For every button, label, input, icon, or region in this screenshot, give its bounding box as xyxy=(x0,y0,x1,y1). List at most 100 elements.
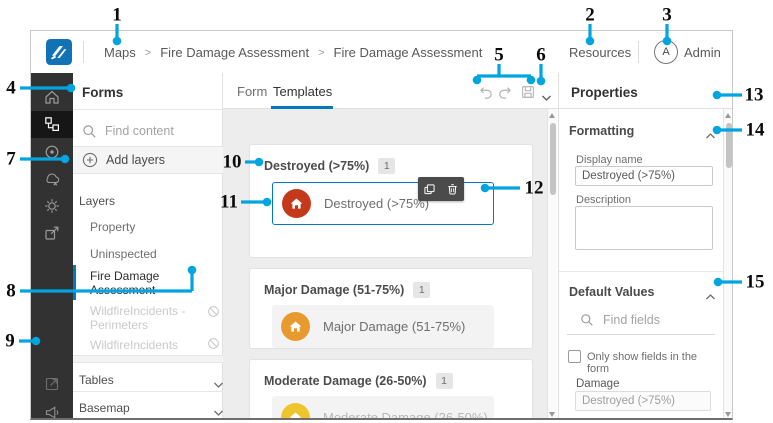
formatting-section-title: Formatting xyxy=(569,124,635,138)
chevron-up-icon[interactable] xyxy=(705,127,716,145)
app-header: Maps > Fire Damage Assessment > Fire Dam… xyxy=(31,31,732,74)
feedback-megaphone-icon[interactable] xyxy=(31,399,73,418)
annotated-screenshot: Maps > Fire Damage Assessment > Fire Dam… xyxy=(0,0,773,423)
scroll-down-icon[interactable] xyxy=(549,412,555,417)
template-label: Major Damage (51-75%) xyxy=(323,319,466,334)
redo-icon[interactable] xyxy=(499,86,514,105)
form-editor-panel: Form Templates Destroyed (>75%) 1 Destro… xyxy=(223,73,559,420)
tab-templates[interactable]: Templates xyxy=(273,84,332,99)
divider xyxy=(559,271,723,272)
breadcrumb-form-name: Fire Damage Assessment xyxy=(333,45,483,60)
basemap-section[interactable]: Basemap xyxy=(79,401,130,415)
callout-number-9: 9 xyxy=(5,330,15,352)
find-content-input[interactable] xyxy=(103,123,207,139)
add-layers-button[interactable]: Add layers xyxy=(73,147,223,173)
resources-link[interactable]: Resources xyxy=(569,45,631,60)
template-group-destroyed: Destroyed (>75%) 1 Destroyed (>75%) xyxy=(249,144,533,258)
properties-scrollbar[interactable] xyxy=(723,109,732,418)
layer-item-wildfireincidents[interactable]: WildfireIncidents xyxy=(90,338,178,352)
group-count-badge: 1 xyxy=(435,373,453,389)
description-textarea[interactable] xyxy=(575,206,713,250)
callout-number-1: 1 xyxy=(112,4,122,26)
callout-number-13: 13 xyxy=(744,84,764,106)
search-icon xyxy=(580,313,594,332)
divider xyxy=(73,109,223,110)
header-divider xyxy=(638,41,639,63)
scroll-up-icon[interactable] xyxy=(549,113,555,118)
damage-field-value[interactable] xyxy=(575,391,711,411)
user-menu[interactable]: Admin xyxy=(684,45,721,60)
scrollbar-thumb[interactable] xyxy=(550,123,556,195)
only-show-fields-label: Only show fields in the form xyxy=(587,351,698,375)
launch-icon[interactable] xyxy=(31,371,73,397)
scroll-down-icon[interactable] xyxy=(725,412,731,417)
callout-number-4: 4 xyxy=(6,77,16,99)
display-name-label: Display name xyxy=(576,154,643,166)
forms-icon[interactable] xyxy=(31,111,73,137)
divider xyxy=(73,419,223,420)
layer-disabled-icon xyxy=(207,305,220,323)
save-icon[interactable] xyxy=(520,84,536,105)
settings-gear-icon[interactable] xyxy=(31,193,73,219)
layer-item-fire-damage-assessment[interactable]: Fire Damage Assessment xyxy=(90,269,195,297)
template-label: Moderate Damage (26-50%) xyxy=(323,410,488,420)
app-sidebar: » xyxy=(31,73,73,418)
group-title: Destroyed (>75%) xyxy=(264,159,370,173)
tables-section[interactable]: Tables xyxy=(79,373,114,387)
delete-trash-icon[interactable] xyxy=(445,182,460,197)
callout-number-5: 5 xyxy=(494,44,504,66)
editor-header: Form Templates xyxy=(223,73,558,109)
share-icon[interactable] xyxy=(31,220,73,246)
properties-panel: Properties Formatting Display name Descr… xyxy=(559,73,732,418)
description-label: Description xyxy=(576,194,632,206)
template-card-major[interactable]: Major Damage (51-75%) xyxy=(272,305,494,348)
templates-scrollbar[interactable] xyxy=(547,109,557,418)
tab-form[interactable]: Form xyxy=(237,84,267,99)
group-count-badge: 1 xyxy=(378,158,396,174)
layer-item-property[interactable]: Property xyxy=(90,220,135,234)
template-item-toolbar xyxy=(418,177,464,201)
home-icon[interactable] xyxy=(31,84,73,110)
destroyed-symbol-icon xyxy=(282,189,311,218)
properties-title: Properties xyxy=(571,85,638,100)
duplicate-icon[interactable] xyxy=(422,182,437,197)
add-plus-icon xyxy=(82,152,98,168)
app-logo[interactable] xyxy=(46,39,72,70)
avatar[interactable]: A xyxy=(654,40,678,64)
template-group-major: Major Damage (51-75%) 1 Major Damage (51… xyxy=(249,268,533,349)
layer-item-wildfire-perimeters[interactable]: WildfireIncidents - Perimeters xyxy=(90,304,190,332)
app-window: Maps > Fire Damage Assessment > Fire Dam… xyxy=(30,30,733,420)
chevron-up-icon[interactable] xyxy=(705,288,716,306)
forms-panel-title: Forms xyxy=(82,85,124,100)
scrollbar-thumb[interactable] xyxy=(726,123,732,168)
template-card-moderate[interactable]: Moderate Damage (26-50%) xyxy=(272,396,494,420)
callout-number-15: 15 xyxy=(745,271,765,293)
layer-disabled-icon xyxy=(207,337,220,355)
selected-layer-indicator xyxy=(73,265,76,300)
add-layers-label: Add layers xyxy=(106,153,166,167)
layers-section-label: Layers xyxy=(79,194,116,208)
callout-number-11: 11 xyxy=(220,191,238,213)
find-fields-input[interactable] xyxy=(601,312,700,328)
layer-item-uninspected[interactable]: Uninspected xyxy=(90,247,157,261)
save-menu-chevron-icon[interactable] xyxy=(541,89,552,107)
display-name-input[interactable] xyxy=(575,166,713,186)
search-underline xyxy=(567,334,715,335)
undo-icon[interactable] xyxy=(477,86,492,105)
default-values-section-title: Default Values xyxy=(569,285,655,299)
breadcrumb-map-name[interactable]: Fire Damage Assessment xyxy=(160,45,309,60)
scroll-up-icon[interactable] xyxy=(725,113,731,118)
callout-number-8: 8 xyxy=(6,280,16,302)
template-label: Destroyed (>75%) xyxy=(324,196,430,211)
major-damage-symbol-icon xyxy=(281,312,310,341)
group-title: Major Damage (51-75%) xyxy=(264,283,405,297)
offline-icon[interactable] xyxy=(31,166,73,192)
group-count-badge: 1 xyxy=(413,282,431,298)
breadcrumb-maps[interactable]: Maps xyxy=(104,45,136,60)
group-title: Moderate Damage (26-50%) xyxy=(264,374,427,388)
callout-number-6: 6 xyxy=(536,44,546,66)
callout-number-3: 3 xyxy=(662,4,672,26)
breadcrumb: Maps > Fire Damage Assessment > Fire Dam… xyxy=(104,45,482,60)
only-show-fields-checkbox[interactable] xyxy=(568,350,581,363)
geofence-icon[interactable] xyxy=(31,139,73,165)
